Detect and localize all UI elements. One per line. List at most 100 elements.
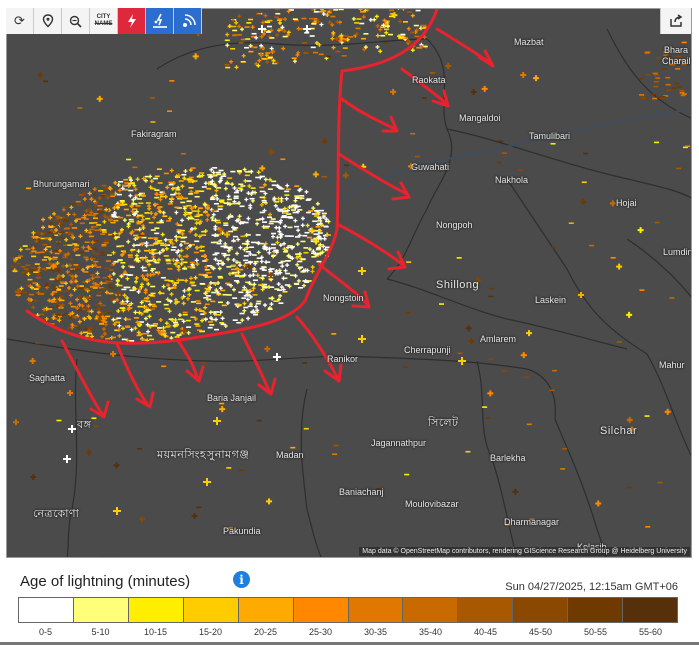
lightning-stroke-marker — [307, 247, 312, 252]
lightning-stroke-marker — [87, 191, 92, 196]
lightning-stroke-marker — [125, 296, 130, 301]
lightning-stroke-marker — [242, 285, 247, 290]
lightning-stroke-marker — [48, 215, 53, 220]
red-arrow — [295, 315, 343, 383]
lightning-stroke-marker — [52, 211, 57, 216]
lightning-stroke-marker — [113, 462, 120, 469]
storm-layer-button[interactable] — [146, 8, 174, 34]
lightning-stroke-marker — [255, 221, 260, 226]
lightning-stroke-marker — [259, 165, 266, 172]
red-arrow — [240, 332, 277, 396]
age-scale-labels: 0-5 5-10 10-15 15-20 20-25 25-30 30-35 35-40 40-… — [18, 627, 678, 637]
lightning-stroke-marker — [211, 170, 216, 175]
lightning-stroke-marker — [161, 284, 166, 289]
place-label: Bhurungamari — [33, 179, 90, 189]
lightning-stroke-marker — [321, 12, 326, 17]
lightning-stroke-marker — [187, 292, 192, 297]
lightning-stroke-marker — [252, 266, 257, 271]
lightning-stroke-marker — [89, 309, 94, 314]
info-icon[interactable]: i — [233, 571, 250, 588]
lightning-stroke-marker — [287, 205, 292, 210]
lightning-stroke-marker — [125, 276, 130, 281]
red-arrow — [335, 222, 407, 271]
lightning-stroke-marker — [129, 327, 134, 332]
lightning-stroke-marker — [284, 196, 289, 201]
lightning-stroke-marker — [580, 198, 587, 205]
lightning-stroke-marker — [171, 258, 176, 263]
lightning-stroke-marker — [481, 85, 488, 92]
lightning-stroke-marker — [468, 337, 475, 344]
lightning-stroke-marker — [311, 206, 316, 211]
lightning-stroke-marker — [258, 25, 266, 33]
lightning-stroke-marker — [26, 297, 31, 302]
legend-bin-label: 25-30 — [308, 627, 333, 637]
lightning-stroke-marker — [177, 313, 182, 318]
map-canvas — [7, 9, 691, 557]
border-line — [300, 388, 322, 557]
share-button[interactable] — [660, 8, 691, 34]
lightning-stroke-marker — [368, 17, 373, 22]
lightning-stroke-marker — [330, 36, 335, 41]
city-names-toggle[interactable]: CITY NAME — [90, 8, 118, 34]
lightning-bolt-icon — [127, 14, 136, 28]
lightning-stroke-marker — [217, 266, 222, 271]
lightning-stroke-marker — [50, 292, 55, 297]
lightning-stroke-marker — [470, 89, 477, 96]
lightning-stroke-marker — [117, 323, 122, 328]
red-arrow — [340, 97, 399, 133]
lightning-stroke-marker — [325, 13, 330, 18]
lightning-stroke-marker — [54, 228, 59, 233]
lightning-stroke-marker — [331, 30, 336, 35]
detectors-layer-button[interactable] — [174, 8, 202, 34]
refresh-button[interactable]: ⟳ — [6, 8, 34, 34]
lightning-stroke-marker — [68, 425, 76, 433]
lightning-stroke-marker — [90, 276, 95, 281]
legend-bin-label: 15-20 — [198, 627, 223, 637]
legend-swatch — [403, 598, 459, 622]
legend-swatch — [128, 598, 184, 622]
river-line — [106, 108, 691, 340]
lightning-stroke-marker — [178, 243, 183, 248]
lightning-stroke-marker — [113, 180, 118, 185]
lightning-stroke-marker — [229, 59, 234, 64]
lightning-stroke-marker — [203, 305, 208, 310]
legend-swatch — [73, 598, 129, 622]
lightning-stroke-marker — [154, 192, 159, 197]
lightning-stroke-marker — [270, 296, 275, 301]
lightning-stroke-marker — [174, 210, 179, 215]
lightning-layer-button[interactable] — [118, 8, 146, 34]
lightning-stroke-marker — [113, 507, 121, 515]
lightning-stroke-marker — [39, 231, 44, 236]
lightning-stroke-marker — [57, 318, 62, 323]
lightning-stroke-marker — [137, 227, 142, 232]
age-color-scale — [18, 597, 678, 623]
city-names-icon: CITY NAME — [94, 14, 113, 27]
lightning-stroke-marker — [225, 300, 230, 305]
lightning-stroke-marker — [319, 22, 324, 27]
lightning-stroke-marker — [116, 309, 121, 314]
locate-button[interactable] — [34, 8, 62, 34]
lightning-stroke-marker — [282, 17, 287, 22]
lightning-stroke-marker — [180, 218, 185, 223]
lightning-map[interactable]: Mazbat Bhara Charaili Raokata Mangaldoi Fakir… — [6, 8, 692, 558]
lightning-stroke-marker — [223, 186, 228, 191]
map-attribution[interactable]: Map data © OpenStreetMap contributors, r… — [359, 547, 690, 556]
lightning-stroke-marker — [526, 330, 533, 337]
lightning-stroke-marker — [41, 217, 46, 222]
legend-bin-label: 35-40 — [418, 627, 443, 637]
lightning-stroke-marker — [193, 275, 198, 280]
lightning-stroke-marker — [67, 315, 72, 320]
place-label: Nongpoh — [436, 220, 473, 230]
lightning-stroke-marker — [174, 238, 179, 243]
lightning-stroke-marker — [273, 203, 278, 208]
legend-bin-label: 55-60 — [638, 627, 663, 637]
zoom-out-button[interactable] — [62, 8, 90, 34]
lightning-stroke-marker — [147, 206, 152, 211]
lightning-stroke-marker — [213, 417, 221, 425]
place-label: Nakhola — [495, 175, 529, 185]
lightning-stroke-marker — [122, 293, 127, 298]
lightning-stroke-marker — [100, 250, 105, 255]
lightning-stroke-marker — [96, 306, 101, 311]
lightning-stroke-marker — [30, 474, 37, 481]
lightning-stroke-marker — [465, 325, 472, 332]
